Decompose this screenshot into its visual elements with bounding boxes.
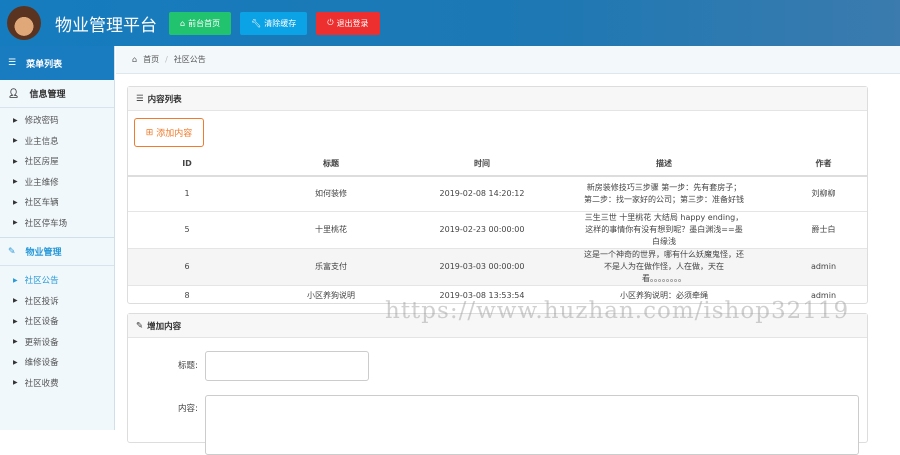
col-time: 时间 — [416, 152, 548, 177]
home-button[interactable]: ⌂ 前台首页 — [169, 11, 232, 35]
caret-right-icon: ▶ — [13, 317, 18, 325]
table-header: ID 标题 时间 描述 作者 — [128, 152, 867, 177]
avatar — [7, 6, 41, 40]
caret-right-icon: ▶ — [13, 358, 18, 366]
table-row[interactable]: 8 小区养狗说明 2019-03-08 13:53:54 小区养狗说明：必须牵绳 adm… — [128, 284, 867, 307]
cell-id: 6 — [128, 247, 246, 285]
table-row[interactable]: 1 如何装修 2019-02-08 14:20:12 新房装修技巧三步骤 第一步：先有… — [128, 175, 867, 211]
cell-author: admin — [780, 284, 867, 307]
caret-right-icon: ▶ — [13, 198, 18, 206]
app-title: 物业管理平台 — [55, 15, 157, 36]
logout-button[interactable]: ⏻ 退出登录 — [316, 11, 380, 35]
breadcrumb-home[interactable]: 首页 — [143, 54, 159, 65]
list-icon: ☰ — [136, 93, 144, 104]
edit-icon: ✎ — [136, 320, 144, 331]
panel-header: ✎ 增加内容 — [128, 314, 867, 338]
sidebar-item[interactable]: ▶ 业主维修 — [0, 172, 114, 193]
desc-text: 这是一个神奇的世界，哪有什么妖魔鬼怪，还不是人为在做作怪，人在做，天在看。。。。… — [584, 249, 744, 283]
sidebar-item[interactable]: ▶ 社区投诉 — [0, 291, 114, 312]
cell-time: 2019-02-23 00:00:00 — [416, 210, 548, 248]
table-row[interactable]: 5 十里桃花 2019-02-23 00:00:00 三生三世 十里桃花 大结局 ha… — [128, 210, 867, 248]
cell-author: admin — [780, 247, 867, 285]
sidebar-item[interactable]: ▶ 社区房屋 — [0, 151, 114, 172]
cell-desc: 这是一个神奇的世界，哪有什么妖魔鬼怪，还不是人为在做作怪，人在做，天在看。。。。… — [548, 247, 780, 285]
power-icon: ⏻ — [327, 18, 334, 27]
sidebar-item[interactable]: ▶ 更新设备 — [0, 332, 114, 353]
breadcrumb-current: 社区公告 — [173, 55, 206, 64]
cell-author: 爵士白 — [780, 210, 867, 248]
add-content-panel: ✎ 增加内容 标题: 内容: — [127, 313, 868, 455]
sidebar-item[interactable]: ▶ 社区设备 — [0, 311, 114, 332]
panel-header: ☰ 内容列表 — [128, 87, 867, 111]
sidebar-group-info[interactable]: 👤︎ 信息管理 — [0, 80, 114, 108]
menu-icon: ☰ — [8, 58, 17, 68]
cell-author: 刘柳柳 — [780, 175, 867, 211]
cell-time: 2019-03-03 00:00:00 — [416, 247, 548, 285]
title-input[interactable] — [205, 351, 369, 381]
sidebar-item[interactable]: ▶ 社区车辆 — [0, 192, 114, 213]
cell-desc: 三生三世 十里桃花 大结局 happy ending，这样的事情你有没有想到呢？… — [548, 210, 780, 248]
sidebar-item[interactable]: ▶ 维修设备 — [0, 352, 114, 373]
sidebar-item-active[interactable]: ▶ 社区公告 — [0, 270, 114, 291]
top-header: 物业管理平台 ⌂ 前台首页 🔧︎ 清除缓存 ⏻ 退出登录 — [0, 0, 900, 46]
col-desc: 描述 — [548, 152, 780, 177]
cell-id: 1 — [128, 175, 246, 211]
plus-square-icon: ⊞ — [145, 127, 154, 138]
caret-right-icon: ▶ — [13, 157, 18, 165]
caret-right-icon: ▶ — [13, 379, 18, 387]
sidebar-item[interactable]: ▶ 社区停车场 — [0, 213, 114, 234]
cell-time: 2019-03-08 13:53:54 — [416, 284, 548, 307]
col-id: ID — [128, 152, 246, 177]
content-table: ID 标题 时间 描述 作者 1 如何装修 2019-02-08 14:20:12 新… — [128, 152, 867, 307]
home-icon: ⌂ — [132, 55, 138, 64]
caret-right-icon: ▶ — [13, 178, 18, 186]
sidebar-item[interactable]: ▶ 修改密码 — [0, 110, 114, 131]
cell-title: 乐富支付 — [246, 247, 416, 285]
caret-right-icon: ▶ — [13, 297, 18, 305]
cell-title: 如何装修 — [246, 175, 416, 211]
content-list-panel: ☰ 内容列表 ⊞ 添加内容 ID 标题 时间 描述 作者 1 如何装修 2019-02-… — [127, 86, 868, 307]
desc-text: 三生三世 十里桃花 大结局 happy ending，这样的事情你有没有想到呢？… — [584, 212, 744, 246]
add-content-button[interactable]: ⊞ 添加内容 — [134, 118, 204, 147]
col-title: 标题 — [246, 152, 416, 177]
sidebar: ☰ 菜单列表 👤︎ 信息管理 ▶ 修改密码 ▶ 业主信息 ▶ 社区房屋 ▶ 业主维修 ▶ 社区… — [0, 46, 115, 430]
user-icon: 👤︎ — [8, 88, 20, 99]
table-row[interactable]: 6 乐富支付 2019-03-03 00:00:00 这是一个神奇的世界，哪有什么妖魔… — [128, 247, 867, 285]
sidebar-item[interactable]: ▶ 业主信息 — [0, 131, 114, 152]
cell-title: 小区养狗说明 — [246, 284, 416, 307]
desc-text: 小区养狗说明：必须牵绳 — [620, 291, 708, 301]
caret-right-icon: ▶ — [13, 116, 18, 124]
sidebar-item[interactable]: ▶ 社区收费 — [0, 373, 114, 394]
sidebar-group-property[interactable]: ✎ 物业管理 — [0, 238, 114, 266]
cell-time: 2019-02-08 14:20:12 — [416, 175, 548, 211]
col-author: 作者 — [780, 152, 867, 177]
sidebar-header: ☰ 菜单列表 — [0, 46, 114, 80]
cell-title: 十里桃花 — [246, 210, 416, 248]
caret-right-icon: ▶ — [13, 276, 18, 284]
breadcrumb: ⌂ 首页 / 社区公告 — [116, 46, 900, 74]
cell-desc: 新房装修技巧三步骤 第一步：先有套房子；第二步：找一家好的公司；第三步：准备好钱 — [548, 175, 780, 211]
edit-icon: ✎ — [8, 246, 16, 257]
home-icon: ⌂ — [180, 18, 186, 28]
title-label: 标题: — [178, 361, 198, 371]
cell-desc: 小区养狗说明：必须牵绳 — [548, 284, 780, 307]
content-label: 内容: — [178, 404, 198, 414]
wrench-icon: 🔧︎ — [251, 18, 262, 28]
caret-right-icon: ▶ — [13, 338, 18, 346]
desc-text: 新房装修技巧三步骤 第一步：先有套房子；第二步：找一家好的公司；第三步：准备好钱 — [584, 182, 744, 204]
clear-cache-button[interactable]: 🔧︎ 清除缓存 — [240, 11, 308, 35]
cell-id: 8 — [128, 284, 246, 307]
caret-right-icon: ▶ — [13, 219, 18, 227]
cell-id: 5 — [128, 210, 246, 248]
caret-right-icon: ▶ — [13, 137, 18, 145]
breadcrumb-separator: / — [165, 55, 168, 64]
content-textarea[interactable] — [205, 395, 859, 455]
